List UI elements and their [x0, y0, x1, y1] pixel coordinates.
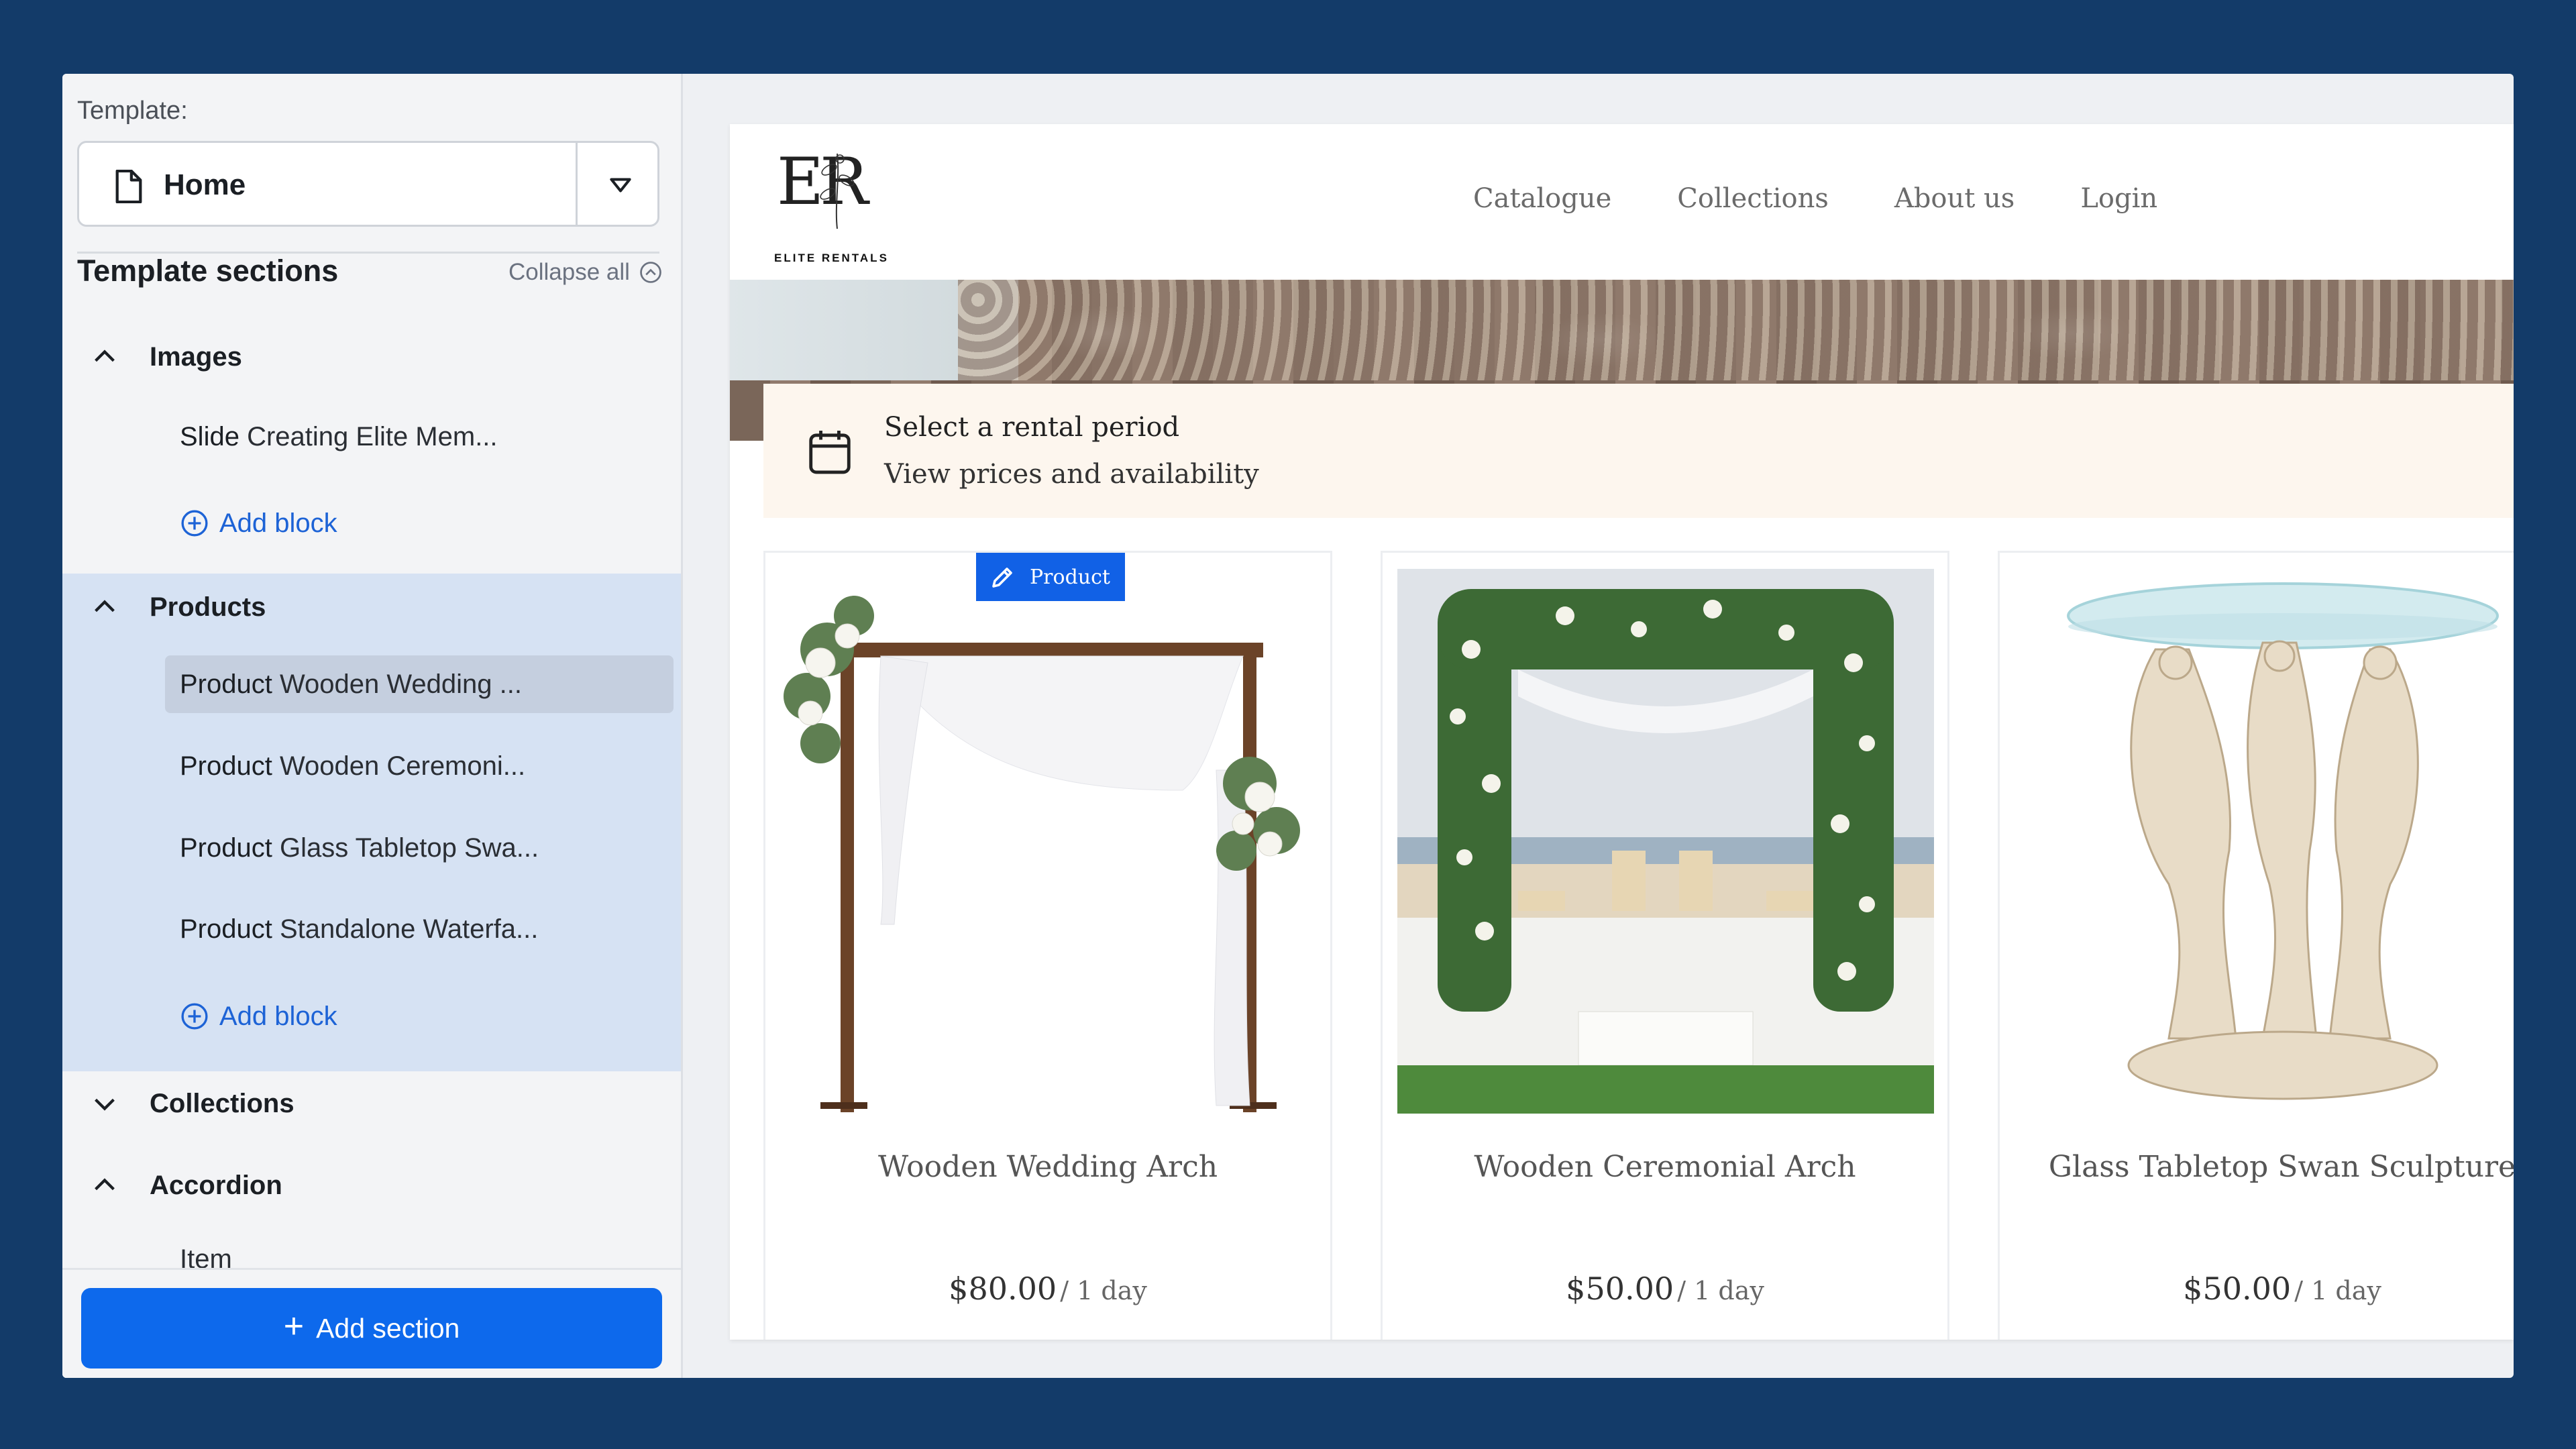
editor-window: Template: Home Template sections Collaps…: [62, 74, 2514, 1378]
price-amount: $80.00: [949, 1271, 1057, 1307]
product-title[interactable]: Glass Tabletop Swan Sculpture: [2000, 1150, 2514, 1184]
rental-subtitle: View prices and availability: [884, 459, 1259, 490]
price-amount: $50.00: [1566, 1271, 1674, 1307]
template-sections-title: Template sections: [77, 254, 339, 288]
chevron-up-icon: [95, 600, 115, 612]
block-product[interactable]: Product Glass Tabletop Swa...: [62, 819, 681, 877]
product-card[interactable]: Product Wooden Wedding Arch $80.00 / 1 d…: [763, 551, 1332, 1340]
nav-about-us[interactable]: About us: [1894, 183, 2015, 214]
block-name: Wooden Ceremoni...: [279, 751, 526, 781]
block-name: Standalone Waterfa...: [279, 914, 539, 944]
block-product[interactable]: Product Wooden Ceremoni...: [62, 737, 681, 795]
price-amount: $50.00: [2183, 1271, 2292, 1307]
product-title[interactable]: Wooden Wedding Arch: [765, 1150, 1330, 1184]
template-value: Home: [164, 168, 246, 201]
section-products[interactable]: Products: [62, 577, 681, 637]
add-section-button[interactable]: + Add section: [81, 1288, 662, 1368]
price-period: / 1 day: [1060, 1276, 1147, 1305]
product-image: [2015, 569, 2514, 1114]
block-name: Creating Elite Mem...: [247, 421, 498, 451]
hero-rug: [958, 280, 2514, 380]
nav-login[interactable]: Login: [2080, 183, 2157, 214]
block-label: Product Wooden Ceremoni...: [180, 751, 525, 782]
nav-catalogue[interactable]: Catalogue: [1473, 183, 1611, 214]
product-card[interactable]: Wooden Ceremonial Arch $50.00 / 1 day: [1381, 551, 1949, 1340]
main-nav: Catalogue Collections About us Login: [1473, 183, 2157, 214]
price-period: / 1 day: [2294, 1276, 2381, 1305]
plus-circle-icon: [181, 510, 208, 537]
add-block-label: Add block: [219, 508, 337, 538]
add-block-label: Add block: [219, 1001, 337, 1031]
product-card[interactable]: Glass Tabletop Swan Sculpture $50.00 / 1…: [1998, 551, 2514, 1340]
pencil-icon: [992, 568, 1012, 588]
collapse-all-button[interactable]: Collapse all: [508, 259, 662, 286]
block-label: Slide Creating Elite Mem...: [180, 422, 498, 452]
product-block-tag[interactable]: Product: [976, 553, 1125, 601]
sidebar: Template: Home Template sections Collaps…: [62, 74, 683, 1378]
caret-down-icon[interactable]: [609, 176, 632, 194]
section-accordion[interactable]: Accordion: [62, 1155, 681, 1216]
block-product[interactable]: Product Wooden Wedding ...: [62, 655, 681, 713]
section-images[interactable]: Images: [62, 327, 681, 387]
block-name: Glass Tabletop Swa...: [279, 833, 539, 863]
section-label: Collections: [150, 1088, 294, 1118]
plus-circle-icon: [181, 1003, 208, 1030]
product-price: $80.00 / 1 day: [765, 1271, 1330, 1307]
add-block-button[interactable]: Add block: [62, 494, 681, 552]
block-kind: Product: [180, 914, 272, 944]
chevron-up-icon: [95, 350, 115, 362]
price-period: / 1 day: [1677, 1276, 1764, 1305]
select-divider: [576, 143, 578, 225]
product-price: $50.00 / 1 day: [1383, 1271, 1947, 1307]
block-product[interactable]: Product Standalone Waterfa...: [62, 900, 681, 958]
block-name: Wooden Wedding ...: [279, 669, 522, 699]
section-label: Images: [150, 341, 242, 372]
add-section-label: Add section: [316, 1312, 460, 1344]
calendar-icon: [809, 431, 851, 474]
rental-period-bar[interactable]: Select a rental period View prices and a…: [763, 384, 2514, 518]
block-kind: Product: [180, 751, 272, 781]
floral-sprig-icon: [820, 153, 855, 229]
block-label: Product Wooden Wedding ...: [180, 669, 522, 700]
product-title[interactable]: Wooden Ceremonial Arch: [1383, 1150, 1947, 1184]
block-kind: Product: [180, 669, 272, 699]
block-slide[interactable]: Slide Creating Elite Mem...: [62, 408, 681, 466]
chevron-up-icon: [95, 1178, 115, 1191]
chevron-up-circle-icon: [640, 262, 661, 283]
site-header: ER ELITE RENTALS Catalogue Collections A…: [730, 124, 2514, 280]
elite-rentals-logo[interactable]: ER ELITE RENTALS: [770, 144, 887, 265]
rental-title: Select a rental period: [884, 412, 1180, 443]
template-select[interactable]: Home: [77, 141, 659, 227]
product-image: [780, 569, 1317, 1114]
block-label: Product Standalone Waterfa...: [180, 914, 538, 945]
block-kind: Slide: [180, 421, 239, 451]
page-icon: [115, 170, 142, 203]
store-preview: ER ELITE RENTALS Catalogue Collections A…: [730, 124, 2514, 1340]
nav-collections[interactable]: Collections: [1677, 183, 1829, 214]
product-image: [1397, 569, 1934, 1114]
block-label: Product Glass Tabletop Swa...: [180, 833, 539, 863]
section-label: Products: [150, 592, 266, 622]
section-collections[interactable]: Collections: [62, 1073, 681, 1134]
product-price: $50.00 / 1 day: [2000, 1271, 2514, 1307]
product-tag-label: Product: [1030, 565, 1110, 589]
chevron-down-icon: [95, 1098, 115, 1111]
block-kind: Product: [180, 833, 272, 863]
template-label: Template:: [77, 97, 188, 125]
section-label: Accordion: [150, 1170, 282, 1200]
logo-wordmark: ELITE RENTALS: [774, 252, 889, 264]
add-block-button[interactable]: Add block: [62, 987, 681, 1045]
plus-icon: +: [283, 1307, 305, 1346]
collapse-all-label: Collapse all: [508, 259, 630, 285]
